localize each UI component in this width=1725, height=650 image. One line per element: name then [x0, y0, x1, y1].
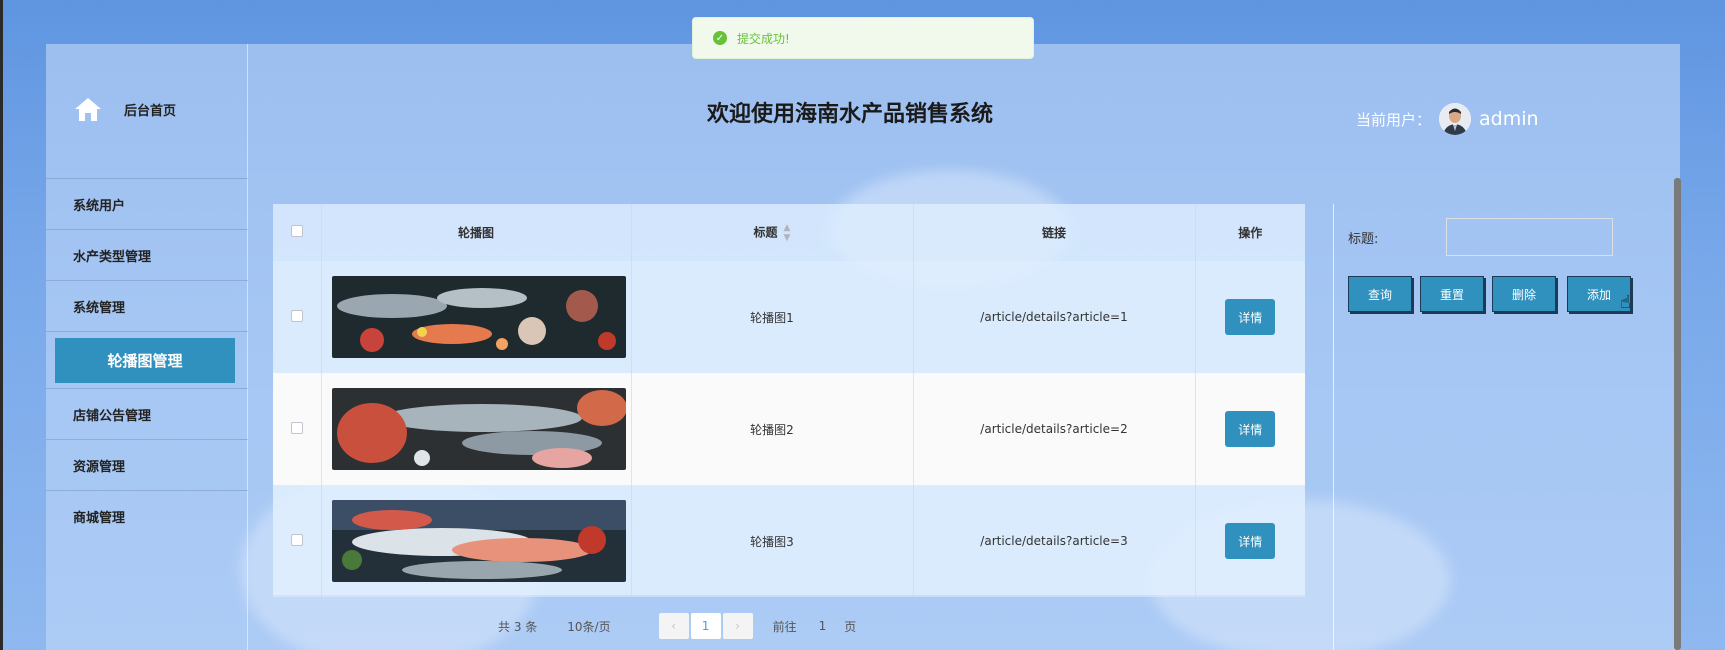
table-row: 轮播图1 /article/details?article=1 详情	[273, 261, 1305, 373]
sidebar-item-system-management[interactable]: 系统管理	[46, 280, 248, 331]
query-button[interactable]: 查询	[1348, 276, 1412, 312]
detail-button[interactable]: 详情	[1225, 299, 1276, 335]
sort-icon[interactable]: ▲ ▼	[784, 223, 791, 243]
page-suffix: 页	[844, 619, 857, 634]
detail-button[interactable]: 详情	[1225, 411, 1276, 447]
row-title: 轮播图1	[631, 261, 914, 373]
column-header-title[interactable]: 标题 ▲ ▼	[631, 204, 914, 261]
carousel-image	[331, 388, 626, 470]
page-size-select[interactable]: 10条/页	[567, 618, 610, 635]
sidebar-item-label: 轮播图管理	[107, 351, 183, 370]
reset-button[interactable]: 重置	[1420, 276, 1484, 312]
sidebar-item-label: 资源管理	[73, 459, 126, 475]
sidebar-item-label: 店铺公告管理	[73, 408, 152, 424]
row-checkbox[interactable]	[290, 421, 303, 434]
table-row: 轮播图2 /article/details?article=2 详情	[273, 373, 1305, 485]
table-row: 轮播图3 /article/details?article=3 详情	[273, 485, 1305, 597]
check-circle-icon: ✓	[713, 31, 727, 45]
sidebar-menu: 系统用户 水产类型管理 系统管理 轮播图管理 店铺公告管理 资源管理 商城管理	[46, 178, 248, 541]
seafood-image-icon	[331, 500, 626, 582]
row-title: 轮播图3	[631, 485, 914, 597]
page-title: 欢迎使用海南水产品销售系统	[706, 102, 993, 127]
carousel-image	[331, 500, 626, 582]
next-page-button[interactable]: ›	[722, 613, 753, 639]
delete-button[interactable]: 删除	[1492, 276, 1556, 312]
sidebar-item-label: 系统用户	[73, 198, 126, 214]
sidebar-item-system-users[interactable]: 系统用户	[46, 178, 248, 229]
pagination-total: 共 3 条	[498, 619, 538, 634]
seafood-image-icon	[331, 276, 626, 358]
row-link: /article/details?article=2	[913, 373, 1196, 485]
sidebar-item-notices[interactable]: 店铺公告管理	[46, 388, 248, 439]
hand-cursor-icon: ☝	[1620, 292, 1631, 313]
scrollbar[interactable]	[1674, 178, 1681, 650]
sidebar-item-carousel[interactable]: 轮播图管理	[46, 331, 248, 388]
seafood-image-icon	[331, 388, 626, 470]
select-all-checkbox[interactable]	[290, 225, 303, 237]
home-label: 后台首页	[124, 103, 177, 119]
detail-button[interactable]: 详情	[1225, 523, 1276, 559]
row-title: 轮播图2	[631, 373, 914, 485]
goto-label: 前往	[772, 619, 797, 634]
row-link: /article/details?article=3	[913, 485, 1196, 597]
username: admin	[1479, 108, 1539, 130]
column-header-link: 链接	[913, 204, 1196, 261]
table-header: 轮播图 标题 ▲ ▼ 链接 操作	[273, 204, 1305, 261]
window-edge	[0, 0, 3, 650]
sidebar-item-label: 水产类型管理	[73, 249, 152, 265]
divider	[1333, 204, 1334, 650]
sidebar: 后台首页 系统用户 水产类型管理 系统管理 轮播图管理 店铺公告管理 资源管理 …	[46, 44, 248, 650]
toast-message: 提交成功!	[737, 31, 790, 46]
row-checkbox[interactable]	[290, 309, 303, 322]
goto-input[interactable]: 1	[819, 619, 827, 633]
user-label: 当前用户：	[1356, 110, 1432, 129]
current-user: 当前用户： admin	[1356, 103, 1539, 135]
success-toast: ✓ 提交成功!	[692, 17, 1034, 59]
carousel-image	[331, 276, 626, 358]
sidebar-item-active[interactable]: 轮播图管理	[55, 337, 235, 383]
column-header-actions: 操作	[1238, 226, 1263, 240]
sidebar-item-resources[interactable]: 资源管理	[46, 439, 248, 490]
carousel-table: 轮播图 标题 ▲ ▼ 链接 操作 轮播图1 /article/details?a…	[273, 204, 1305, 597]
row-link: /article/details?article=1	[913, 261, 1196, 373]
select-all-cell	[273, 204, 322, 261]
column-header-image: 轮播图	[321, 204, 632, 261]
sidebar-item-label: 系统管理	[73, 300, 126, 316]
title-filter-input[interactable]	[1446, 218, 1613, 256]
sidebar-item-aquatic-types[interactable]: 水产类型管理	[46, 229, 248, 280]
row-checkbox[interactable]	[290, 533, 303, 546]
user-avatar-icon	[1439, 103, 1472, 135]
home-link[interactable]: 后台首页	[74, 96, 176, 122]
home-icon	[75, 98, 101, 121]
sidebar-item-mall[interactable]: 商城管理	[46, 490, 248, 541]
page-number[interactable]: 1	[690, 613, 721, 639]
column-header-title-text: 标题	[753, 225, 778, 239]
pagination: 共 3 条 10条/页 ‹ 1 › 前往 1 页	[498, 613, 856, 639]
filter-title-label: 标题:	[1348, 232, 1379, 247]
sidebar-item-label: 商城管理	[73, 510, 126, 526]
prev-page-button[interactable]: ‹	[658, 613, 689, 639]
avatar[interactable]	[1439, 103, 1472, 135]
